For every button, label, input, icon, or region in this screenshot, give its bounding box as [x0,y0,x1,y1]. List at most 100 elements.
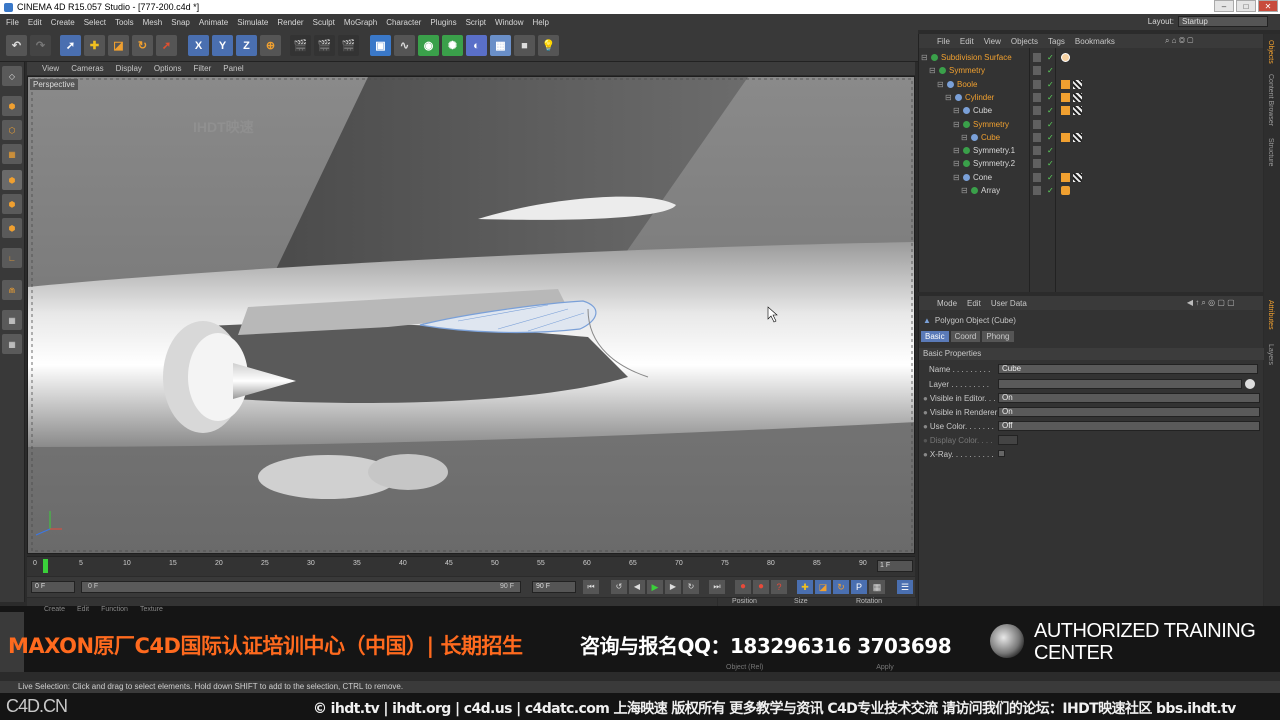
snap-icon[interactable]: ⋒ [2,280,22,300]
close-button[interactable]: ✕ [1258,0,1278,12]
object-name[interactable]: Symmetry.2 [973,157,1015,170]
object-tree-row[interactable]: ⊟ Array ✓ [919,184,1264,197]
phong-tag-icon[interactable] [1073,79,1082,89]
layer-visibility-icon[interactable] [1033,66,1041,76]
play-icon[interactable]: ▶ [647,580,663,594]
selection-tag-icon[interactable] [1061,172,1070,182]
next-key-icon[interactable]: ↻ [683,580,699,594]
animation-dot-icon[interactable]: ● [923,422,928,431]
attr-visible-renderer-select[interactable]: On [998,407,1260,417]
menu-help[interactable]: Help [532,18,548,27]
layer-visibility-icon[interactable] [1033,186,1041,195]
workplane-lock-icon[interactable]: ▦ [2,310,22,330]
viewport-menu-filter[interactable]: Filter [193,64,211,73]
redo-icon[interactable]: ↷ [30,35,51,56]
menu-tools[interactable]: Tools [115,18,134,27]
objmgr-search-icon[interactable]: ⌕ ⌂ ◎ ▢ [1165,36,1193,46]
side-tab-content-browser[interactable]: Content Browser [1267,74,1274,126]
phong-tag-icon[interactable] [1073,132,1082,142]
prev-key-icon[interactable]: ↺ [611,580,627,594]
key-position-icon[interactable]: ✚ [797,580,813,594]
enabled-check-icon[interactable]: ✓ [1047,144,1054,157]
mat-menu-edit[interactable]: Edit [77,606,89,613]
coord-mode-select[interactable]: Object (Rel) [726,664,780,672]
enabled-check-icon[interactable]: ✓ [1047,51,1054,64]
layout-dropdown[interactable]: Startup [1178,16,1268,27]
enabled-check-icon[interactable]: ✓ [1047,184,1054,197]
object-name[interactable]: Symmetry.1 [973,144,1015,157]
enabled-check-icon[interactable]: ✓ [1047,118,1054,131]
viewport-menu-cameras[interactable]: Cameras [71,64,103,73]
enabled-check-icon[interactable]: ✓ [1047,131,1054,144]
object-tree-row[interactable]: ⊟ Symmetry.2 ✓ [919,157,1264,170]
selection-tag-icon[interactable] [1061,92,1070,102]
layer-visibility-icon[interactable] [1033,146,1041,156]
object-name[interactable]: Subdivision Surface [941,51,1012,64]
objmgr-menu-view[interactable]: View [984,37,1001,46]
key-parameter-icon[interactable]: P [851,580,867,594]
tab-phong[interactable]: Phong [982,331,1014,342]
axis-mode-icon[interactable]: ∟ [2,248,22,268]
side-tab-objects[interactable]: Objects [1267,40,1274,64]
render-picture-viewer-icon[interactable]: 🎬 [314,35,335,56]
layer-visibility-icon[interactable] [1033,53,1041,62]
y-axis-lock-icon[interactable]: Y [212,35,233,56]
polygons-mode-icon[interactable]: ⬢ [2,218,22,238]
tree-expand-icon[interactable]: ⊟ [929,64,936,77]
layer-visibility-icon[interactable] [1033,106,1041,116]
object-name[interactable]: Cube [981,131,1000,144]
mat-menu-create[interactable]: Create [44,606,65,613]
x-axis-lock-icon[interactable]: X [188,35,209,56]
tree-expand-icon[interactable]: ⊟ [953,104,960,117]
current-frame-field[interactable]: 1 F [877,560,913,572]
object-name[interactable]: Array [981,184,1000,197]
mat-menu-function[interactable]: Function [101,606,128,613]
subdivision-icon[interactable]: ◉ [418,35,439,56]
make-editable-icon[interactable]: ◇ [2,66,22,86]
move-icon[interactable]: ✚ [84,35,105,56]
render-view-icon[interactable]: 🎬 [290,35,311,56]
enabled-check-icon[interactable]: ✓ [1047,91,1054,104]
live-selection-icon[interactable]: ➚ [60,35,81,56]
key-rotation-icon[interactable]: ↻ [833,580,849,594]
objmgr-menu-tags[interactable]: Tags [1048,37,1065,46]
side-tab-structure[interactable]: Structure [1267,138,1274,166]
phong-tag-icon[interactable] [1073,92,1082,102]
display-color-swatch[interactable] [998,435,1018,445]
object-name[interactable]: Boole [957,78,977,91]
keyframe-selection-icon[interactable]: ? [771,580,787,594]
autokey-icon[interactable]: ● [753,580,769,594]
object-name[interactable]: Symmetry [949,64,985,77]
selection-tag-icon[interactable] [1061,79,1070,89]
viewport-menu-panel[interactable]: Panel [223,64,243,73]
object-tree-row[interactable]: ⊟ Boole ✓ [919,78,1264,91]
points-mode-icon[interactable]: ⬢ [2,170,22,190]
camera-icon[interactable]: ■ [514,35,535,56]
mat-menu-texture[interactable]: Texture [140,606,163,613]
menu-edit[interactable]: Edit [28,18,42,27]
layer-visibility-icon[interactable] [1033,119,1041,129]
timeline-playhead[interactable] [43,559,48,573]
menu-render[interactable]: Render [277,18,303,27]
menu-mesh[interactable]: Mesh [143,18,163,27]
maximize-button[interactable]: □ [1236,0,1256,12]
next-frame-icon[interactable]: ▶ [665,580,681,594]
menu-animate[interactable]: Animate [199,18,228,27]
object-tree-row[interactable]: ⊟ Cylinder ✓ [919,91,1264,104]
animation-dot-icon[interactable]: ● [923,450,928,459]
attr-nav-icons[interactable]: ◀ ↑ ⌕ ◎ ▢ ▢ [1187,298,1235,308]
attr-name-input[interactable]: Cube [998,364,1258,374]
object-tree-row[interactable]: ⊟ Subdivision Surface ✓ [919,51,1264,64]
object-tree-row[interactable]: ⊟ Symmetry ✓ [919,64,1264,77]
object-name[interactable]: Symmetry [973,118,1009,131]
tree-expand-icon[interactable]: ⊟ [961,184,968,197]
deformer-icon[interactable]: ◐ [466,35,487,56]
viewport-menu-view[interactable]: View [42,64,59,73]
tree-expand-icon[interactable]: ⊟ [953,171,960,184]
perspective-viewport[interactable]: Perspective IHDT映速 ✥ ⇕ ⟲ ▢ [27,76,915,554]
cube-object-icon[interactable]: ▣ [370,35,391,56]
edges-mode-icon[interactable]: ⬢ [2,194,22,214]
enabled-check-icon[interactable]: ✓ [1047,157,1054,170]
selection-tag-icon[interactable] [1061,132,1070,142]
menu-simulate[interactable]: Simulate [237,18,268,27]
